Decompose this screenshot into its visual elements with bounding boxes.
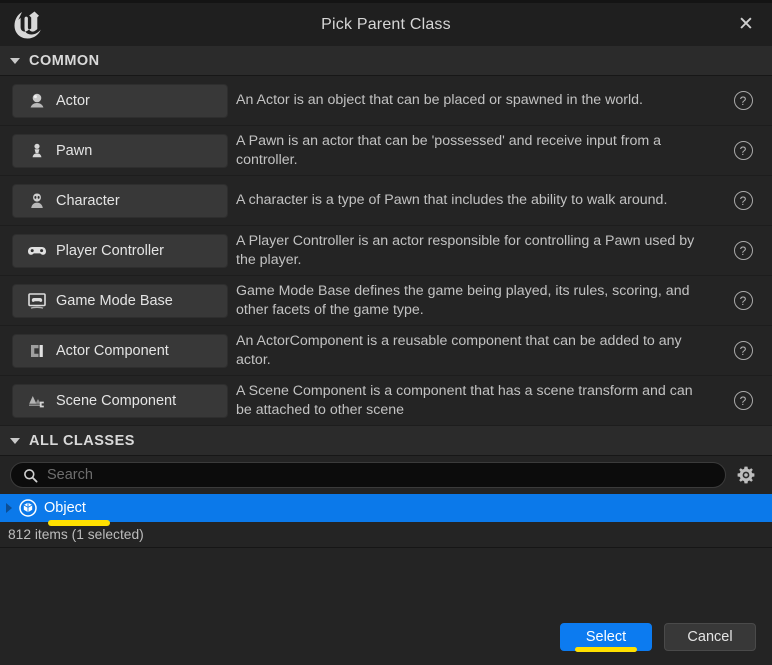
- tree-item-label: Object: [44, 500, 86, 516]
- class-description: A Scene Component is a component that ha…: [236, 382, 693, 418]
- pick-parent-class-dialog: Pick Parent Class ✕ COMMON Actor An Acto…: [0, 0, 772, 665]
- class-button-actor[interactable]: Actor: [12, 83, 228, 118]
- cancel-button[interactable]: Cancel: [664, 623, 756, 651]
- help-cell: ?: [714, 226, 772, 275]
- triangle-right-icon[interactable]: [6, 503, 12, 513]
- scene-component-icon: [27, 391, 47, 411]
- class-button-character[interactable]: Character: [12, 183, 228, 218]
- class-button-label: Actor Component: [56, 342, 169, 359]
- character-icon: [27, 191, 47, 211]
- class-row: Actor An Actor is an object that can be …: [0, 76, 772, 126]
- search-placeholder: Search: [47, 467, 93, 483]
- class-description: Game Mode Base defines the game being pl…: [236, 282, 690, 318]
- class-row: Pawn A Pawn is an actor that can be 'pos…: [0, 126, 772, 176]
- class-button-label: Player Controller: [56, 242, 164, 259]
- class-row: Player Controller A Player Controller is…: [0, 226, 772, 276]
- class-button-cell: Pawn: [0, 126, 236, 175]
- class-button-actor-component[interactable]: Actor Component: [12, 333, 228, 368]
- class-button-pawn[interactable]: Pawn: [12, 133, 228, 168]
- tree-item-object[interactable]: Object: [0, 494, 772, 526]
- class-button-cell: Actor: [0, 76, 236, 125]
- class-description: A Pawn is an actor that can be 'possesse…: [236, 132, 661, 168]
- section-header-common[interactable]: COMMON: [0, 46, 772, 76]
- help-cell: ?: [714, 376, 772, 425]
- search-icon: [23, 468, 38, 483]
- class-button-label: Character: [56, 192, 120, 209]
- unreal-engine-logo-icon: [0, 3, 56, 46]
- class-button-player-controller[interactable]: Player Controller: [12, 233, 228, 268]
- help-cell: ?: [714, 276, 772, 325]
- class-button-label: Game Mode Base: [56, 292, 173, 309]
- highlight-underline-select: [575, 647, 637, 652]
- class-description: A character is a type of Pawn that inclu…: [236, 192, 668, 208]
- question-mark-icon[interactable]: ?: [733, 241, 753, 260]
- class-row: Scene Component A Scene Component is a c…: [0, 376, 772, 426]
- game-mode-icon: [27, 291, 47, 311]
- question-mark-icon[interactable]: ?: [733, 91, 753, 110]
- class-row: Character A character is a type of Pawn …: [0, 176, 772, 226]
- search-input[interactable]: Search: [10, 462, 726, 488]
- class-button-cell: Character: [0, 176, 236, 225]
- gear-icon[interactable]: [726, 456, 766, 494]
- class-button-label: Pawn: [56, 142, 93, 159]
- dialog-title: Pick Parent Class: [321, 15, 451, 33]
- help-cell: ?: [714, 76, 772, 125]
- class-button-scene-component[interactable]: Scene Component: [12, 383, 228, 418]
- help-cell: ?: [714, 176, 772, 225]
- item-count-status: 812 items (1 selected): [0, 522, 772, 548]
- class-description: An ActorComponent is a reusable componen…: [236, 332, 682, 368]
- question-mark-icon[interactable]: ?: [733, 341, 753, 360]
- class-button-label: Scene Component: [56, 392, 177, 409]
- help-cell: ?: [714, 126, 772, 175]
- class-button-cell: Scene Component: [0, 376, 236, 425]
- question-mark-icon[interactable]: ?: [733, 291, 753, 310]
- class-button-cell: Game Mode Base: [0, 276, 236, 325]
- highlight-underline-object: [48, 520, 110, 526]
- triangle-down-icon: [10, 437, 20, 444]
- common-class-list: Actor An Actor is an object that can be …: [0, 76, 772, 426]
- class-row: Game Mode Base Game Mode Base defines th…: [0, 276, 772, 326]
- object-icon: [19, 499, 37, 517]
- class-button-label: Actor: [56, 92, 90, 109]
- question-mark-icon[interactable]: ?: [733, 191, 753, 210]
- triangle-down-icon: [10, 57, 20, 64]
- section-header-all-classes[interactable]: ALL CLASSES: [0, 426, 772, 456]
- gamepad-icon: [27, 241, 47, 261]
- actor-icon: [27, 91, 47, 111]
- class-button-game-mode-base[interactable]: Game Mode Base: [12, 283, 228, 318]
- class-button-cell: Actor Component: [0, 326, 236, 375]
- actor-component-icon: [27, 341, 47, 361]
- class-description: A Player Controller is an actor responsi…: [236, 232, 695, 268]
- question-mark-icon[interactable]: ?: [733, 391, 753, 410]
- help-cell: ?: [714, 326, 772, 375]
- dialog-titlebar: Pick Parent Class ✕: [0, 0, 772, 46]
- section-header-all-classes-label: ALL CLASSES: [29, 432, 135, 449]
- question-mark-icon[interactable]: ?: [733, 141, 753, 160]
- class-button-cell: Player Controller: [0, 226, 236, 275]
- close-icon[interactable]: ✕: [720, 3, 772, 46]
- class-row: Actor Component An ActorComponent is a r…: [0, 326, 772, 376]
- search-bar: Search: [0, 456, 772, 494]
- pawn-icon: [27, 141, 47, 161]
- section-header-common-label: COMMON: [29, 52, 100, 69]
- class-description: An Actor is an object that can be placed…: [236, 92, 643, 108]
- dialog-footer: Select Cancel: [0, 609, 772, 665]
- select-button[interactable]: Select: [560, 623, 652, 652]
- empty-area: [0, 548, 772, 609]
